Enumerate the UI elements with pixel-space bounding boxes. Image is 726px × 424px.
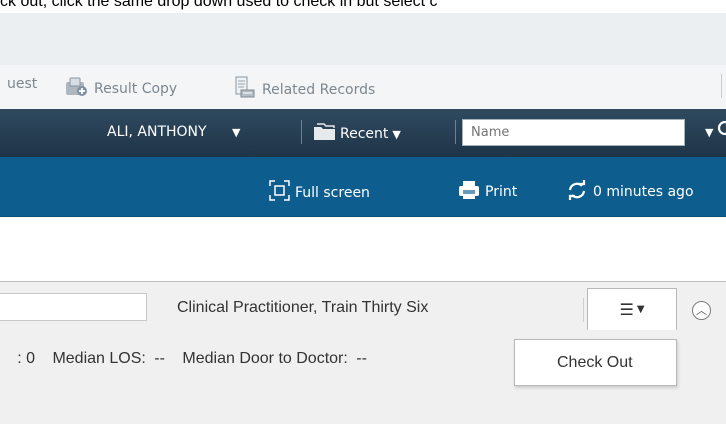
patient-name-button[interactable]: ALI, ANTHONY ▼ <box>107 124 241 140</box>
full-screen-icon <box>269 180 290 205</box>
recent-folder-icon <box>313 123 336 145</box>
related-records-icon <box>233 76 257 103</box>
related-records-label: Related Records <box>262 81 376 98</box>
result-copy-icon <box>65 76 89 101</box>
toolbar-item-request[interactable]: uest <box>7 76 37 92</box>
recent-button[interactable]: Recent ▼ <box>313 123 401 145</box>
patient-search-input[interactable] <box>462 119 685 146</box>
stat-count: : 0 <box>17 350 35 367</box>
toolbar-divider <box>721 74 722 98</box>
printer-icon <box>458 180 480 204</box>
toolbar-item-result-copy[interactable]: Result Copy <box>65 76 177 101</box>
search-icon[interactable] <box>717 119 726 145</box>
tracking-filter-input[interactable] <box>0 293 147 321</box>
hamburger-menu-icon: ☰ <box>619 300 634 319</box>
refresh-label: 0 minutes ago <box>593 184 694 200</box>
recent-label: Recent <box>340 126 389 142</box>
check-in-menu-button[interactable]: ☰ ▼ <box>587 288 677 330</box>
recent-chevron-icon: ▼ <box>392 127 401 141</box>
instruction-text: ck out, click the same drop down used to… <box>0 0 438 10</box>
search-chevron-icon[interactable]: ▼ <box>705 126 713 139</box>
nav-divider-2 <box>455 120 456 144</box>
collapse-up-icon[interactable]: ︿ <box>692 301 711 320</box>
patient-name: ALI, ANTHONY <box>107 124 207 140</box>
toolbar-item-related-records[interactable]: Related Records <box>233 76 375 103</box>
print-label: Print <box>485 184 518 200</box>
print-button[interactable]: Print <box>458 180 517 204</box>
tracking-stats: : 0 Median LOS: -- Median Door to Doctor… <box>0 350 367 368</box>
menu-chevron-down-icon: ▼ <box>636 304 645 315</box>
full-screen-label: Full screen <box>295 184 370 201</box>
chevron-down-icon: ▼ <box>232 126 241 139</box>
toolbar-item-request-label: uest <box>7 76 38 92</box>
header-divider <box>583 298 584 322</box>
median-los-label: Median LOS: <box>52 350 146 367</box>
result-copy-label: Result Copy <box>94 80 178 97</box>
refresh-button[interactable]: 0 minutes ago <box>566 180 694 204</box>
door-to-doctor-label: Median Door to Doctor: <box>182 350 348 367</box>
refresh-icon <box>566 180 588 204</box>
full-screen-button[interactable]: Full screen <box>269 180 370 205</box>
door-to-doctor-value: -- <box>356 350 367 367</box>
check-out-menu-item[interactable]: Check Out <box>557 354 633 371</box>
clinician-name: Clinical Practitioner, Train Thirty Six <box>177 299 429 316</box>
menu-dropdown: Check Out <box>514 339 677 386</box>
nav-divider <box>301 120 302 144</box>
top-header <box>0 13 726 66</box>
median-los-value: -- <box>154 350 165 367</box>
